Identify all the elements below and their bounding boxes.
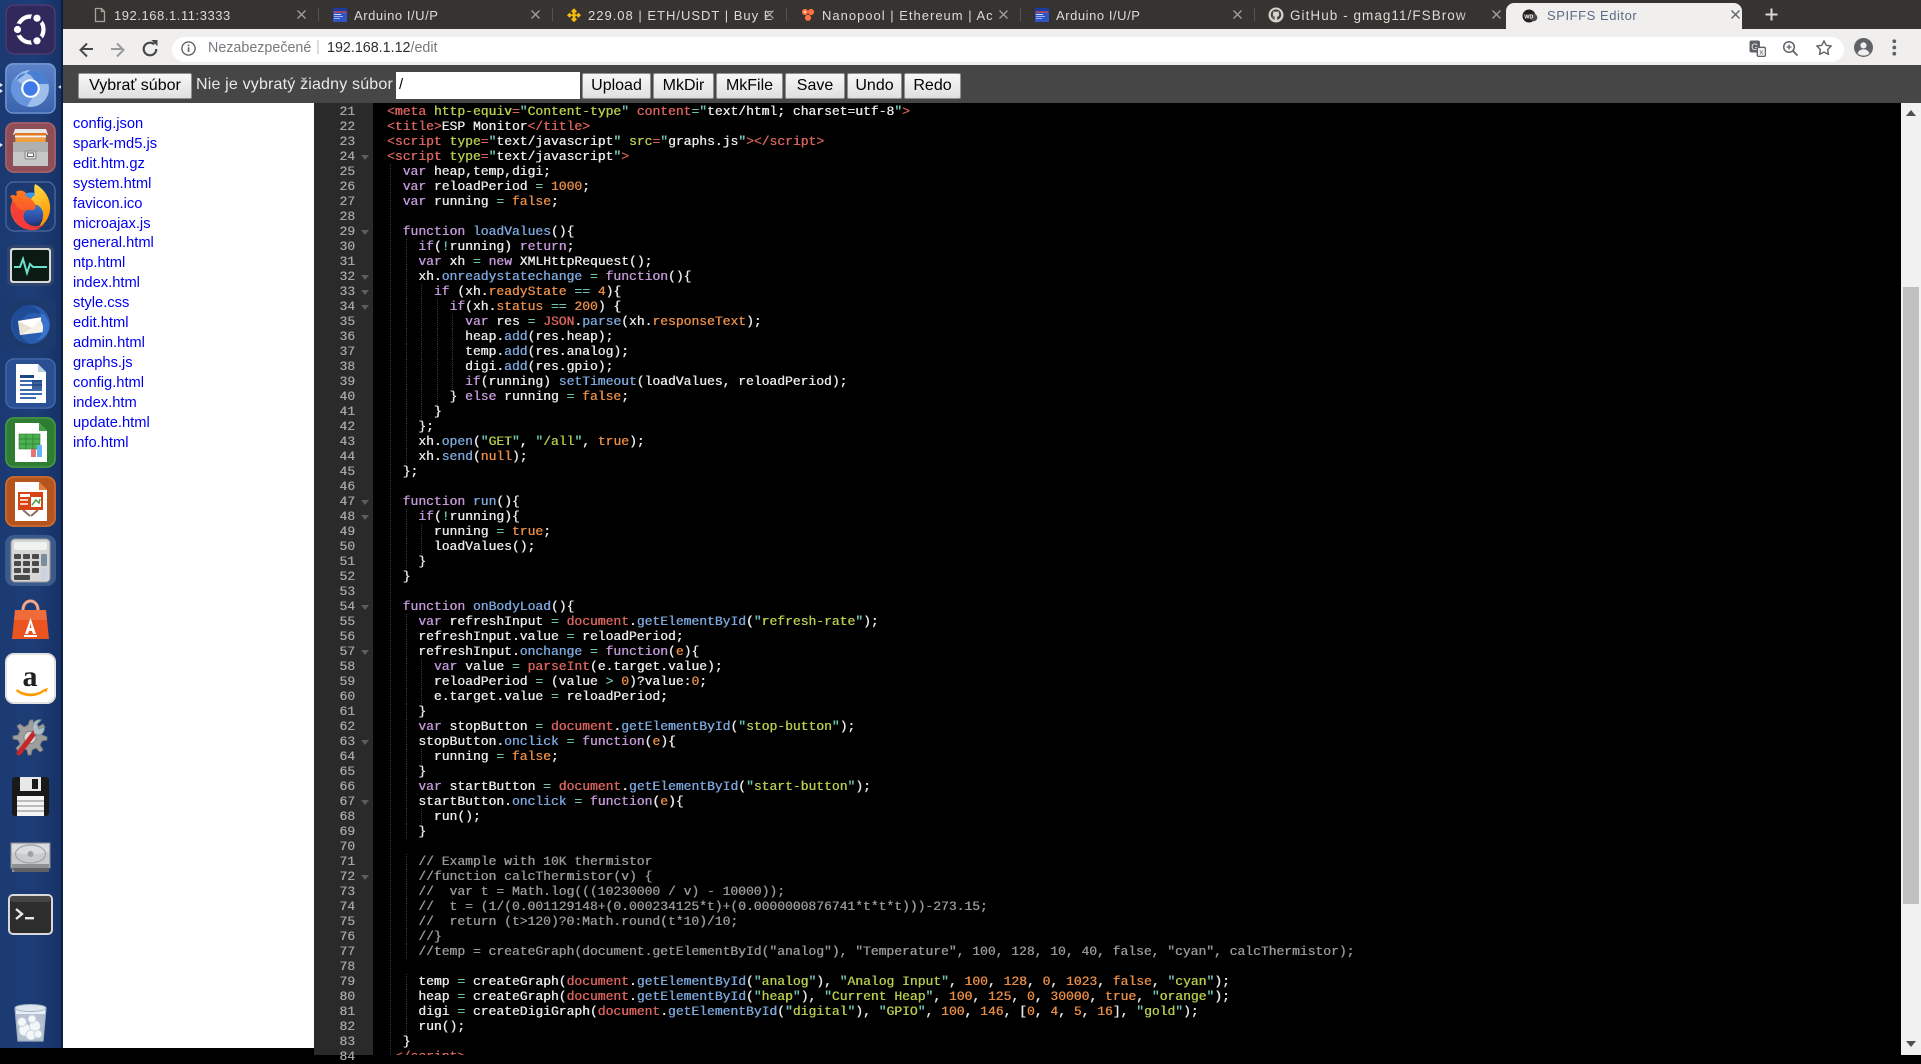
svg-text:a: a [23, 660, 38, 693]
svg-text:x: x [1760, 48, 1764, 57]
svg-text:WD: WD [1524, 15, 1533, 21]
